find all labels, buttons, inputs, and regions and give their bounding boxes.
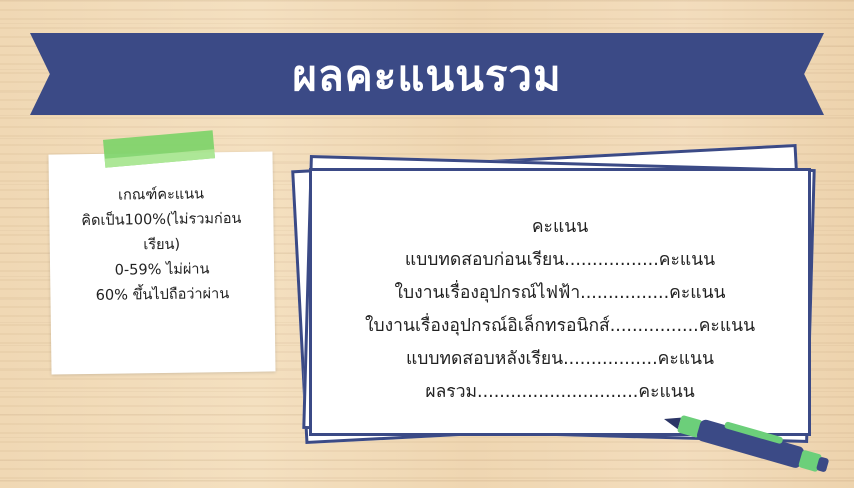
score-sheet: คะแนน แบบทดสอบก่อนเรียน.................… (309, 168, 811, 436)
score-line-worksheet-electrical: ใบงานเรื่องอุปกรณ์ไฟฟ้า................ค… (394, 283, 726, 303)
page-title: ผลคะแนนรวม (292, 51, 562, 100)
criteria-line: 0-59% ไม่ผ่าน (114, 261, 210, 279)
score-line-total: ผลรวม.............................คะแนน (425, 382, 695, 402)
score-line-worksheet-electronics: ใบงานเรื่องอุปกรณ์อิเล็กทรอนิกส์........… (364, 316, 756, 336)
criteria-line: 60% ขึ้นไปถือว่าผ่าน (95, 286, 230, 304)
criteria-line: คิดเป็น100%(ไม่รวมก่อน (81, 210, 242, 230)
criteria-note: เกณฑ์คะแนน คิดเป็น100%(ไม่รวมก่อน เรียน)… (48, 151, 276, 375)
score-line-posttest: แบบทดสอบหลังเรียน.................คะแนน (406, 349, 714, 369)
score-sheet-heading: คะแนน (531, 217, 589, 237)
criteria-line: เรียน) (143, 236, 181, 254)
title-banner: ผลคะแนนรวม (30, 33, 824, 115)
score-line-pretest: แบบทดสอบก่อนเรียน.................คะแนน (404, 250, 716, 270)
criteria-heading: เกณฑ์คะแนน (117, 186, 205, 204)
